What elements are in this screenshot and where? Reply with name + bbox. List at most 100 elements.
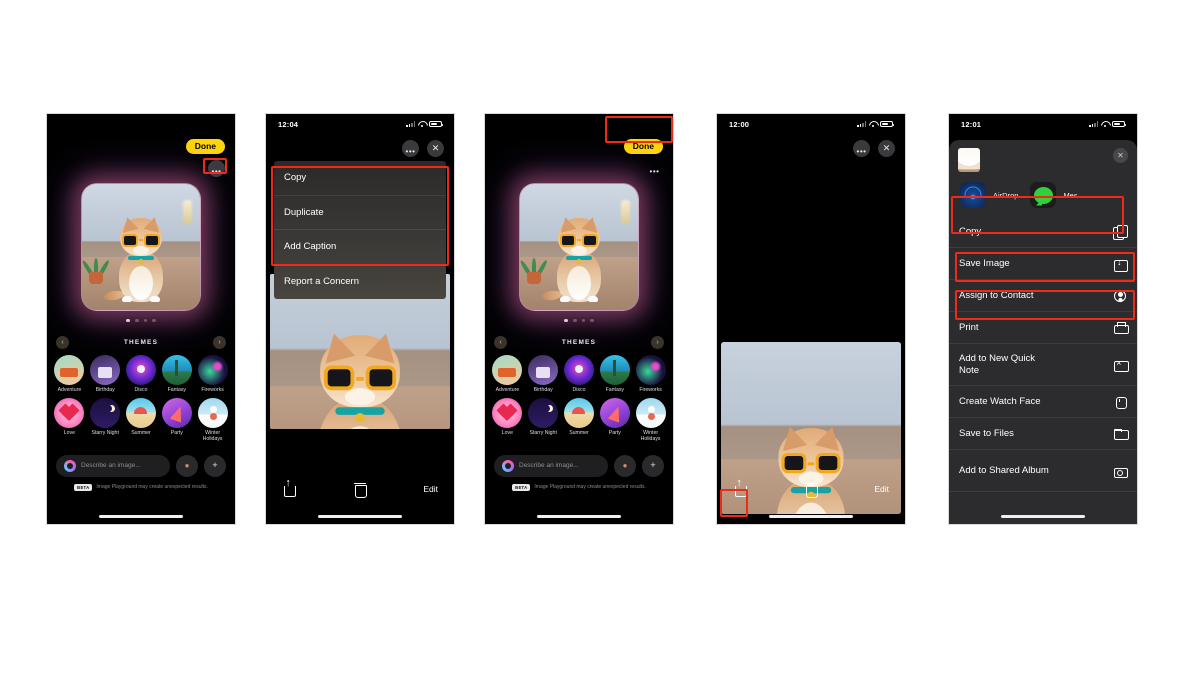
phone-2-top-controls: ••• ✕ [266,134,454,158]
generated-image-card-wrap [47,177,235,311]
close-icon[interactable]: ✕ [427,139,444,157]
theme-love[interactable]: Love [52,397,87,443]
share-action-assign-to-contact[interactable]: Assign to Contact [949,280,1137,312]
chevron-right-icon[interactable]: › [213,336,226,350]
theme-party[interactable]: Party [597,397,632,443]
share-action-add-to-shared-album[interactable]: Add to Shared Album [949,450,1137,492]
theme-starry-night[interactable]: Starry Night [526,397,561,443]
theme-love[interactable]: Love [490,397,525,443]
done-button[interactable]: Done [185,139,225,154]
describe-image-input[interactable]: Describe an image... [494,454,608,477]
done-button[interactable]: Done [623,139,663,154]
print-icon [1113,321,1129,335]
status-time: 12:00 [729,119,750,129]
theme-adventure[interactable]: Adventure [52,355,87,394]
ellipsis-icon[interactable]: ••• [853,139,870,157]
share-icon[interactable] [733,478,747,497]
person-icon[interactable]: ● [614,454,636,477]
theme-summer[interactable]: Summer [124,397,159,443]
theme-fireworks[interactable]: Fireworks [195,355,230,394]
fantasy-theme-icon [161,355,192,386]
theme-label: Disco [572,387,586,394]
status-bar: 12:00 [717,114,905,134]
theme-birthday[interactable]: Birthday [526,355,561,394]
disclaimer-text: Image Playground may create unexpected r… [534,484,646,491]
menu-item-copy[interactable]: Copy [274,161,446,196]
home-indicator [769,515,853,518]
share-action-label: Copy [959,225,982,237]
theme-party[interactable]: Party [159,397,194,443]
share-icon[interactable] [282,478,296,497]
wifi-icon [418,121,426,128]
edit-button[interactable]: Edit [874,484,889,494]
theme-fantasy[interactable]: Fantasy [597,355,632,394]
person-icon[interactable]: ● [176,454,198,477]
theme-adventure[interactable]: Adventure [490,355,525,394]
close-icon[interactable]: ✕ [878,139,895,157]
status-bar [47,114,235,134]
theme-label: Fireworks [639,387,662,394]
describe-image-input[interactable]: Describe an image... [56,454,170,477]
theme-fireworks[interactable]: Fireworks [633,355,668,394]
watch-face-icon [1113,395,1127,409]
theme-summer[interactable]: Summer [562,397,597,443]
theme-label: Starry Night [529,429,557,436]
fantasy-theme-icon [599,355,630,386]
share-action-copy[interactable]: Copy [949,216,1137,248]
theme-winter-holidays[interactable]: Winter Holidays [633,397,668,443]
status-bar: 12:01 [949,114,1137,134]
status-time: 12:01 [961,119,982,129]
themes-title: THEMES [123,339,159,347]
trash-icon[interactable] [804,482,818,498]
battery-icon [1112,120,1127,128]
theme-fantasy[interactable]: Fantasy [159,355,194,394]
plus-icon[interactable]: + [204,454,226,477]
share-action-label: Print [959,321,979,333]
messages-icon [1030,182,1057,208]
ellipsis-icon[interactable]: ••• [646,160,663,177]
share-action-add-to-new-quick-note[interactable]: Add to New Quick Note [949,344,1137,386]
theme-birthday[interactable]: Birthday [88,355,123,394]
share-app-messages[interactable]: Mes [1030,182,1078,208]
share-action-save-to-files[interactable]: Save to Files [949,418,1137,450]
plus-icon[interactable]: + [642,454,664,477]
menu-item-duplicate[interactable]: Duplicate [274,196,446,230]
wifi-icon [1101,121,1109,128]
ellipsis-icon[interactable]: ••• [402,139,419,157]
battery-icon [880,120,895,128]
share-app-airdrop[interactable]: AirDrop [960,182,1018,208]
theme-disco[interactable]: Disco [562,355,597,394]
party-theme-icon [599,397,630,428]
theme-label: Disco [134,387,148,394]
trash-icon[interactable] [353,482,367,498]
party-theme-icon [161,397,192,428]
describe-image-placeholder: Describe an image... [81,462,141,470]
themes-header: ‹ THEMES › [47,322,235,355]
menu-item-report-a-concern[interactable]: Report a Concern [274,265,446,300]
chevron-left-icon[interactable]: ‹ [494,336,507,350]
theme-winter-holidays[interactable]: Winter Holidays [195,397,230,443]
photo-thumbnail[interactable] [958,148,980,172]
ellipsis-icon[interactable]: ••• [208,159,225,177]
winter-holidays-theme-icon [635,397,666,428]
fireworks-theme-icon [635,355,666,386]
context-menu: Copy Duplicate Add Caption Report a Conc… [274,161,446,299]
themes-title: THEMES [561,339,597,347]
themes-grid: Adventure Birthday Disco Fantasy Firewor… [47,355,235,443]
generated-image-card[interactable] [519,182,639,311]
share-action-create-watch-face[interactable]: Create Watch Face [949,386,1137,418]
close-icon[interactable]: ✕ [1113,148,1128,163]
generated-image-card[interactable] [81,182,201,311]
disclaimer-text: Image Playground may create unexpected r… [96,484,208,491]
edit-button[interactable]: Edit [423,484,438,494]
menu-item-add-caption[interactable]: Add Caption [274,230,446,265]
phone-4-screen: 12:00 ••• ✕ ↑ Edit [716,113,906,525]
theme-disco[interactable]: Disco [124,355,159,394]
share-action-print[interactable]: Print [949,312,1137,344]
chevron-left-icon[interactable]: ‹ [56,336,69,350]
share-action-save-image[interactable]: Save Image [949,248,1137,280]
phone-4-top-controls: ••• ✕ [717,134,905,158]
chevron-right-icon[interactable]: › [651,336,664,350]
status-bar: 12:04 [266,114,454,134]
theme-starry-night[interactable]: Starry Night [88,397,123,443]
